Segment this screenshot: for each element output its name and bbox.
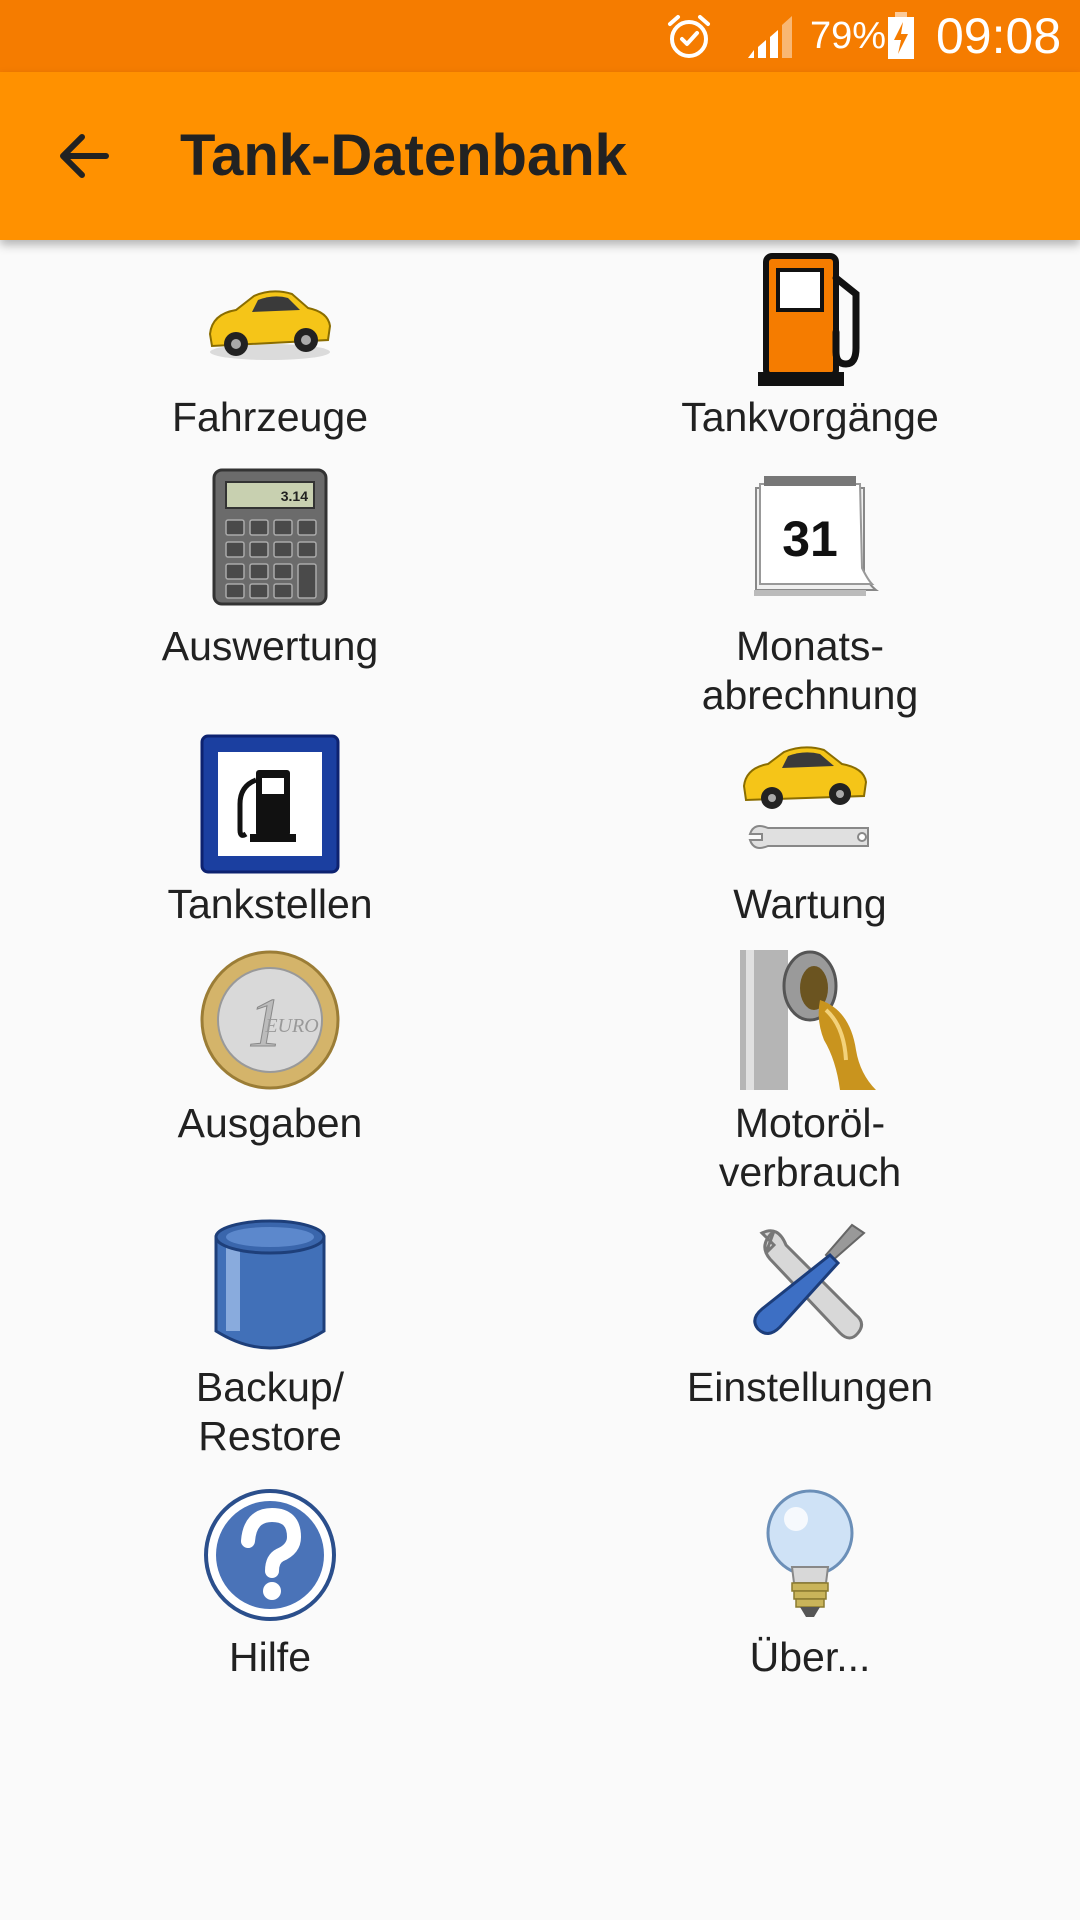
menu-item-label: Monats- [735,623,885,669]
car-wrench-icon [740,734,880,874]
menu-item-label: Tankvorgänge [681,394,939,440]
menu-item-label-line2: verbrauch [718,1149,902,1195]
menu-item-label: Einstellungen [686,1364,934,1410]
menu-item-label-line2: Restore [198,1413,342,1459]
car-icon [200,252,340,392]
page-title: Tank-Datenbank [180,123,627,188]
help-icon [200,1485,340,1625]
menu-grid: Fahrzeuge Tankvorgänge 3.14 Auswertung 3… [0,240,1080,1920]
calculator-icon: 3.14 [200,468,340,608]
euro-coin-icon: 1 EURO [200,950,340,1090]
menu-item-label: Hilfe [228,1634,312,1680]
menu-item-label: Über... [749,1634,871,1680]
menu-item-label: Tankstellen [167,881,373,927]
back-button[interactable] [50,122,118,190]
gas-station-sign-icon [200,734,340,874]
oil-can-icon [740,950,880,1090]
lightbulb-icon [740,1485,880,1625]
app-bar: Tank-Datenbank [0,72,1080,240]
battery-charging-icon [888,12,914,59]
arrow-back-icon [60,134,109,178]
calendar-icon: 31 [740,468,880,608]
coin-text: EURO [264,1015,318,1037]
menu-item-label: Auswertung [161,623,379,669]
calendar-day: 31 [782,511,838,567]
battery-percent: 79% [810,15,887,57]
signal-icon [748,16,792,58]
menu-item-label: Backup/ [195,1364,345,1410]
alarm-icon [668,15,710,58]
menu-item-label: Wartung [733,881,887,927]
status-bar: 79% 09:08 [0,0,1080,72]
calculator-display: 3.14 [281,488,308,504]
menu-item-label-line2: abrechnung [701,672,919,718]
menu-item-label: Ausgaben [177,1100,363,1146]
database-icon [200,1215,340,1355]
clock: 09:08 [936,8,1062,64]
tools-icon [740,1215,880,1355]
menu-item-label: Fahrzeuge [171,394,368,440]
fuel-pump-icon [740,252,880,392]
menu-item-label: Motoröl- [734,1100,886,1146]
